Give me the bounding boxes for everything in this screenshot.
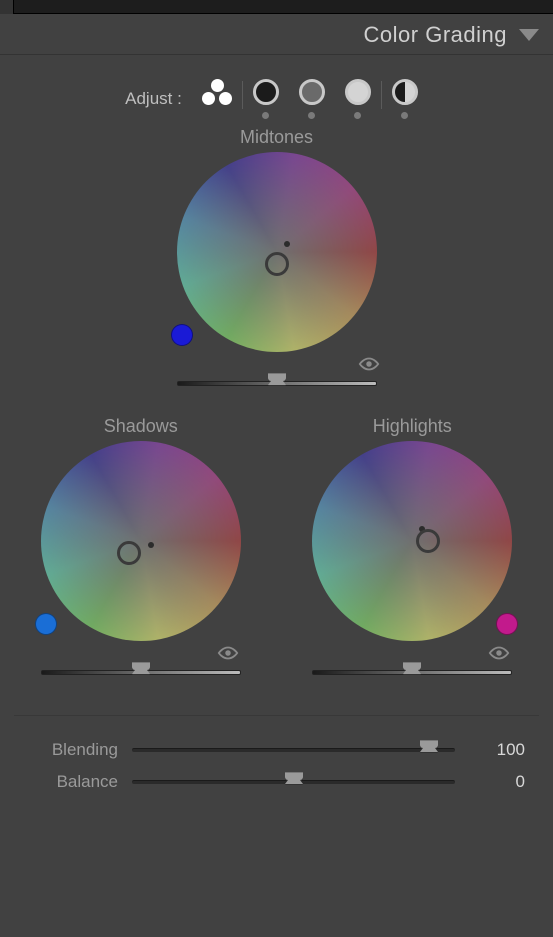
mode-highlights[interactable] [335,79,381,119]
balance-slider[interactable] [132,773,455,791]
shadows-wheel-box [31,441,251,687]
visibility-eye-icon[interactable] [217,645,239,661]
adjust-mode-row: Adjust : [10,79,543,119]
adjust-label: Adjust : [125,89,182,109]
mode-three-way[interactable] [192,79,242,105]
global-ring-icon [392,79,418,105]
visibility-eye-icon[interactable] [488,645,510,661]
visibility-eye-icon[interactable] [358,356,380,372]
mode-global[interactable] [382,79,428,119]
blending-knob[interactable] [420,740,438,752]
balance-row: Balance 0 [10,766,543,798]
three-circles-icon [202,79,232,105]
panel-header[interactable]: Color Grading [0,14,553,55]
shadows-saturation-dot[interactable] [35,613,57,635]
shadows-color-wheel[interactable] [41,441,241,641]
midtones-wheel-handle[interactable] [265,252,289,276]
mode-indicator-dot [262,112,269,119]
shadows-luminance-slider[interactable] [41,663,241,681]
blending-row: Blending 100 [10,734,543,766]
highlights-ring-icon [345,79,371,105]
shadows-luminance-knob[interactable] [132,662,150,674]
midtones-saturation-dot[interactable] [171,324,193,346]
blending-slider[interactable] [132,741,455,759]
blending-label: Blending [28,740,118,760]
shadows-label: Shadows [104,416,178,437]
highlights-wheel-handle[interactable] [416,529,440,553]
mode-shadows[interactable] [243,79,289,119]
window-top-strip [0,0,553,14]
midtones-ring-icon [299,79,325,105]
highlights-luminance-slider[interactable] [312,663,512,681]
balance-value[interactable]: 0 [469,772,525,792]
divider [14,715,539,716]
midtones-wheel-box [10,152,543,398]
shadows-ring-icon [253,79,279,105]
mode-indicator-dot [401,112,408,119]
midtones-label: Midtones [10,127,543,148]
midtones-hue-tick [284,241,290,247]
mode-indicator-dot [308,112,315,119]
highlights-color-wheel[interactable] [312,441,512,641]
mode-indicator-dot [354,112,361,119]
highlights-label: Highlights [373,416,452,437]
shadows-hue-tick [148,542,154,548]
midtones-luminance-slider[interactable] [177,374,377,392]
balance-knob[interactable] [285,772,303,784]
shadows-wheel-handle[interactable] [117,541,141,565]
balance-label: Balance [28,772,118,792]
highlights-luminance-knob[interactable] [403,662,421,674]
mode-midtones[interactable] [289,79,335,119]
highlights-saturation-dot[interactable] [496,613,518,635]
highlights-wheel-box [302,441,522,687]
panel-collapse-handle[interactable] [0,0,14,14]
blending-value[interactable]: 100 [469,740,525,760]
disclosure-triangle-icon[interactable] [519,29,539,41]
panel-title: Color Grading [364,22,507,48]
midtones-luminance-knob[interactable] [268,373,286,385]
